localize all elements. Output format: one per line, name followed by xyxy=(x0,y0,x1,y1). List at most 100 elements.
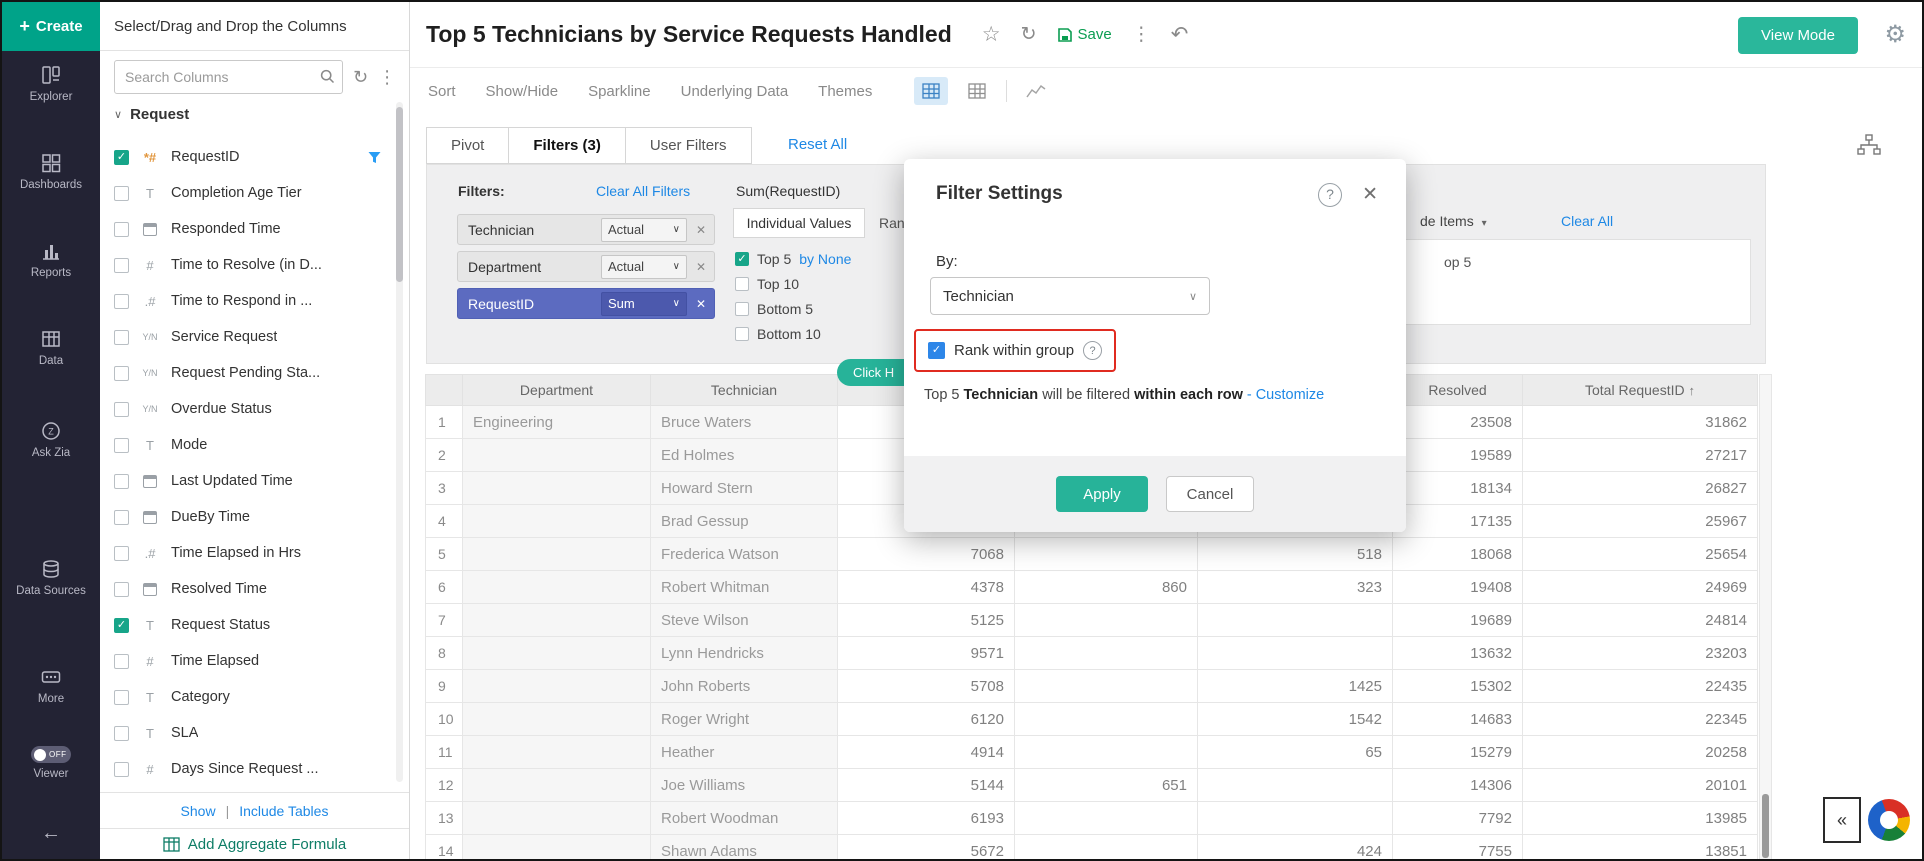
cell-value[interactable]: 860 xyxy=(1015,571,1198,604)
cell-value[interactable]: 7068 xyxy=(838,538,1015,571)
table-row[interactable]: 11 Heather 4914 65 15279 20258 xyxy=(426,736,1758,769)
cell-technician[interactable]: John Roberts xyxy=(651,670,838,703)
cell-total-requestid[interactable]: 27217 xyxy=(1523,439,1758,472)
checkbox-checked-icon[interactable] xyxy=(114,150,129,165)
cell-value[interactable]: 6193 xyxy=(838,802,1015,835)
column-item[interactable]: # Days Since Request ... xyxy=(100,751,397,787)
cell-value[interactable] xyxy=(1198,769,1393,802)
column-item[interactable]: .# Time Elapsed in Hrs xyxy=(100,535,397,571)
tab-individual-values[interactable]: Individual Values xyxy=(733,208,865,238)
cell-value[interactable]: 1542 xyxy=(1198,703,1393,736)
cell-technician[interactable]: Brad Gessup xyxy=(651,505,838,538)
cell-department[interactable] xyxy=(463,802,651,835)
cell-total-requestid[interactable]: 20101 xyxy=(1523,769,1758,802)
filter-chip-requestid[interactable]: RequestID Sum ∨ ✕ xyxy=(457,288,715,319)
checkbox-icon[interactable] xyxy=(114,438,129,453)
checkbox-icon[interactable] xyxy=(114,222,129,237)
toolbar-sparkline[interactable]: Sparkline xyxy=(588,83,651,100)
cell-total-requestid[interactable]: 31862 xyxy=(1523,406,1758,439)
table-row[interactable]: 13 Robert Woodman 6193 7792 13985 xyxy=(426,802,1758,835)
cell-technician[interactable]: Steve Wilson xyxy=(651,604,838,637)
cell-resolved[interactable]: 23508 xyxy=(1393,406,1523,439)
cell-value[interactable]: 424 xyxy=(1198,835,1393,861)
cell-total-requestid[interactable]: 25654 xyxy=(1523,538,1758,571)
cell-technician[interactable]: Frederica Watson xyxy=(651,538,838,571)
filter-applied-icon[interactable] xyxy=(368,151,381,164)
cell-technician[interactable]: Howard Stern xyxy=(651,472,838,505)
cell-resolved[interactable]: 18068 xyxy=(1393,538,1523,571)
checkbox-checked-icon[interactable] xyxy=(114,618,129,633)
close-icon[interactable]: ✕ xyxy=(1362,183,1378,206)
undo-icon[interactable]: ↶ xyxy=(1171,22,1189,47)
sidebar-item-viewer[interactable]: OFF Viewer xyxy=(2,746,100,781)
table-row[interactable]: 6 Robert Whitman 4378 860 323 19408 2496… xyxy=(426,571,1758,604)
sidebar-item-reports[interactable]: Reports xyxy=(2,240,100,280)
view-mode-button[interactable]: View Mode xyxy=(1738,17,1858,54)
cell-value[interactable]: 4914 xyxy=(838,736,1015,769)
table-row[interactable]: 14 Shawn Adams 5672 424 7755 13851 xyxy=(426,835,1758,861)
column-item[interactable]: T Mode xyxy=(100,427,397,463)
cell-total-requestid[interactable]: 25967 xyxy=(1523,505,1758,538)
cell-department[interactable] xyxy=(463,439,651,472)
table-row[interactable]: 5 Frederica Watson 7068 518 18068 25654 xyxy=(426,538,1758,571)
cell-department[interactable] xyxy=(463,604,651,637)
filter-chip-department[interactable]: Department Actual ∨ ✕ xyxy=(457,251,715,282)
cell-technician[interactable]: Ed Holmes xyxy=(651,439,838,472)
collapse-panel-button[interactable]: « xyxy=(1823,797,1861,843)
table-scrollbar-thumb[interactable] xyxy=(1762,794,1769,858)
column-item[interactable]: Y/N Service Request xyxy=(100,319,397,355)
cell-value[interactable] xyxy=(1015,538,1198,571)
cell-total-requestid[interactable]: 22435 xyxy=(1523,670,1758,703)
column-item[interactable]: T SLA xyxy=(100,715,397,751)
cell-value[interactable]: 518 xyxy=(1198,538,1393,571)
cell-value[interactable]: 1425 xyxy=(1198,670,1393,703)
cell-department[interactable] xyxy=(463,835,651,861)
reset-all-link[interactable]: Reset All xyxy=(788,136,847,153)
chip-aggregation-select[interactable]: Actual ∨ xyxy=(601,218,687,242)
favorite-star-icon[interactable]: ☆ xyxy=(982,22,1001,47)
refresh-columns-icon[interactable]: ↻ xyxy=(353,67,368,88)
include-tables-link[interactable]: Include Tables xyxy=(239,803,328,819)
cell-resolved[interactable]: 19408 xyxy=(1393,571,1523,604)
sidebar-item-explorer[interactable]: Explorer xyxy=(2,64,100,104)
cell-value[interactable] xyxy=(1015,703,1198,736)
cell-value[interactable] xyxy=(1015,637,1198,670)
checkbox-icon[interactable] xyxy=(114,474,129,489)
customize-link[interactable]: - Customize xyxy=(1247,387,1324,403)
cell-value[interactable] xyxy=(1015,835,1198,861)
panel-scrollbar-thumb[interactable] xyxy=(396,107,403,282)
rank-checkbox-checked[interactable] xyxy=(928,342,945,359)
cell-technician[interactable]: Robert Whitman xyxy=(651,571,838,604)
sidebar-item-ask-zia[interactable]: Z Ask Zia xyxy=(2,420,100,460)
cell-value[interactable] xyxy=(1015,736,1198,769)
chip-aggregation-select[interactable]: Sum ∨ xyxy=(601,292,687,316)
apply-button[interactable]: Apply xyxy=(1056,476,1148,512)
cell-department[interactable] xyxy=(463,703,651,736)
cell-department[interactable] xyxy=(463,538,651,571)
column-item[interactable]: DueBy Time xyxy=(100,499,397,535)
table-row[interactable]: 8 Lynn Hendricks 9571 13632 23203 xyxy=(426,637,1758,670)
chart-view-icon[interactable] xyxy=(1019,77,1053,105)
cell-resolved[interactable]: 18134 xyxy=(1393,472,1523,505)
header-department[interactable]: Department xyxy=(463,375,651,406)
column-item[interactable]: Y/N Request Pending Sta... xyxy=(100,355,397,391)
sidebar-item-dashboards[interactable]: Dashboards xyxy=(2,152,100,192)
remove-filter-icon[interactable]: ✕ xyxy=(696,297,706,311)
column-item[interactable]: Resolved Time xyxy=(100,571,397,607)
cell-department[interactable] xyxy=(463,670,651,703)
option-bottom10[interactable]: Bottom 10 xyxy=(735,326,821,342)
toolbar-themes[interactable]: Themes xyxy=(818,83,872,100)
cell-department[interactable] xyxy=(463,637,651,670)
cell-value[interactable]: 9571 xyxy=(838,637,1015,670)
cell-resolved[interactable]: 15302 xyxy=(1393,670,1523,703)
cell-resolved[interactable]: 19589 xyxy=(1393,439,1523,472)
cell-total-requestid[interactable]: 22345 xyxy=(1523,703,1758,736)
checkbox-icon[interactable] xyxy=(114,762,129,777)
cell-value[interactable] xyxy=(1015,802,1198,835)
cell-value[interactable]: 4378 xyxy=(838,571,1015,604)
tab-user-filters[interactable]: User Filters xyxy=(625,127,752,164)
tab-pivot[interactable]: Pivot xyxy=(426,127,509,164)
cell-total-requestid[interactable]: 13851 xyxy=(1523,835,1758,861)
header-resolved[interactable]: Resolved xyxy=(1393,375,1523,406)
sidebar-item-data[interactable]: Data xyxy=(2,328,100,368)
